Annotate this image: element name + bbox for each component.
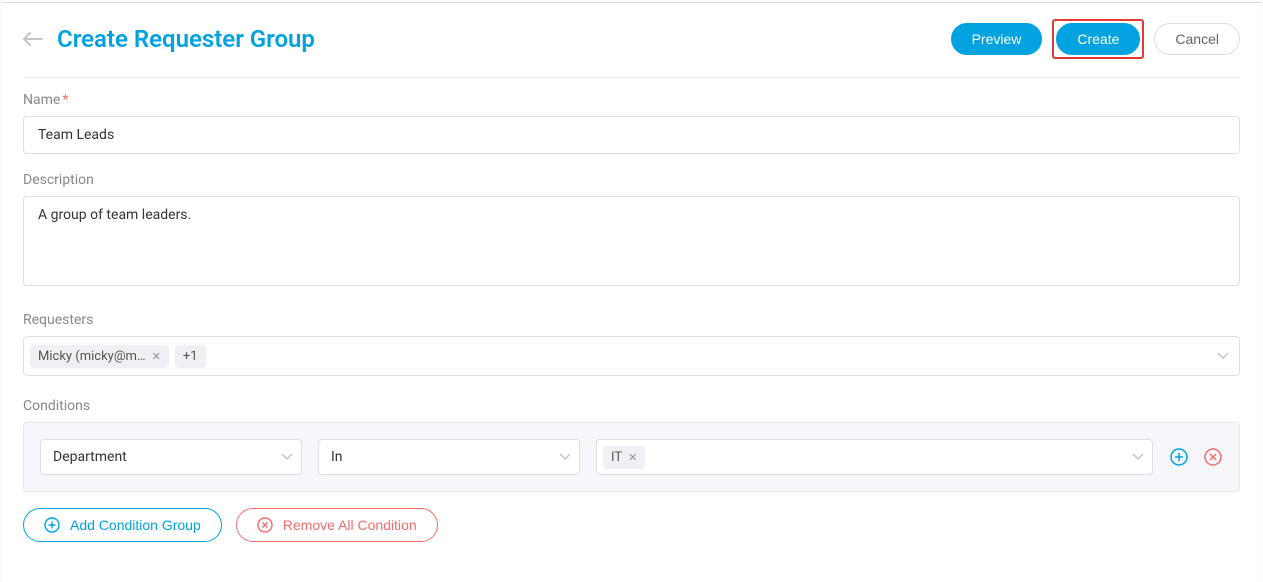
preview-button[interactable]: Preview [951, 23, 1043, 55]
condition-value-text: IT [611, 450, 622, 465]
condition-value-tag: IT ✕ [603, 446, 645, 469]
requester-extra-count[interactable]: +1 [175, 345, 206, 368]
required-asterisk: * [62, 92, 68, 108]
remove-all-condition-button[interactable]: Remove All Condition [236, 508, 438, 542]
requesters-select[interactable]: Micky (micky@m… ✕ +1 [23, 336, 1240, 376]
close-icon[interactable]: ✕ [152, 350, 161, 363]
close-icon[interactable]: ✕ [628, 451, 637, 464]
remove-all-label: Remove All Condition [283, 517, 417, 533]
add-group-label: Add Condition Group [70, 517, 201, 533]
plus-circle-icon [44, 517, 60, 533]
condition-row-actions [1169, 447, 1223, 467]
chevron-down-icon [281, 453, 293, 461]
add-condition-icon[interactable] [1169, 447, 1189, 467]
conditions-container: Department In IT ✕ [23, 422, 1240, 492]
condition-operator-value: In [331, 449, 343, 465]
name-label: Name* [23, 92, 1240, 108]
header-left: Create Requester Group [23, 25, 315, 53]
create-button[interactable]: Create [1056, 23, 1140, 55]
name-input[interactable] [23, 116, 1240, 154]
conditions-label: Conditions [23, 398, 1240, 414]
requester-tag: Micky (micky@m… ✕ [30, 345, 169, 368]
condition-value-select[interactable]: IT ✕ [596, 439, 1153, 475]
remove-condition-icon[interactable] [1203, 447, 1223, 467]
condition-field-select[interactable]: Department [40, 439, 302, 475]
bottom-actions: Add Condition Group Remove All Condition [23, 508, 1240, 542]
create-highlight: Create [1052, 19, 1144, 59]
add-condition-group-button[interactable]: Add Condition Group [23, 508, 222, 542]
x-circle-icon [257, 517, 273, 533]
description-label: Description [23, 172, 1240, 188]
condition-field-value: Department [53, 449, 127, 465]
name-label-text: Name [23, 92, 60, 108]
header-buttons: Preview Create Cancel [951, 19, 1240, 59]
condition-operator-select[interactable]: In [318, 439, 580, 475]
chevron-down-icon [559, 453, 571, 461]
condition-row: Department In IT ✕ [40, 439, 1223, 475]
chevron-down-icon [1132, 453, 1144, 461]
requesters-label: Requesters [23, 312, 1240, 328]
chevron-down-icon [1217, 352, 1229, 360]
back-arrow-icon[interactable] [23, 32, 43, 46]
cancel-button[interactable]: Cancel [1154, 23, 1240, 55]
page-title: Create Requester Group [57, 25, 315, 53]
requester-tag-text: Micky (micky@m… [38, 349, 146, 364]
page-header: Create Requester Group Preview Create Ca… [23, 13, 1240, 78]
description-input[interactable] [23, 196, 1240, 286]
